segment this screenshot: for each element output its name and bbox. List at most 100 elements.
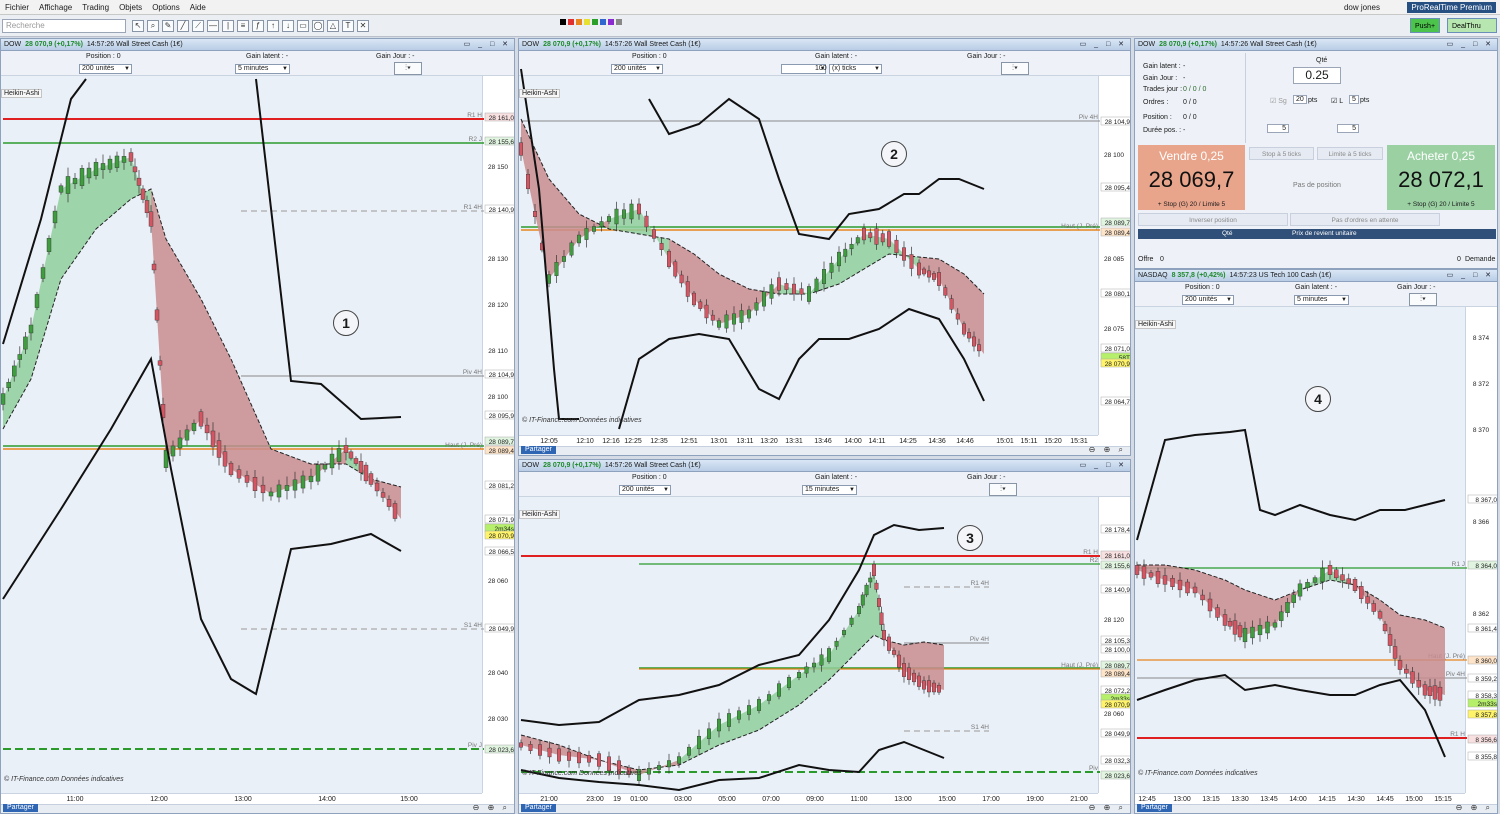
share-button[interactable]: Partager	[1137, 804, 1172, 812]
menu-objets[interactable]: Objets	[114, 3, 147, 12]
share-button[interactable]: Partager	[521, 446, 556, 454]
arrow-down-icon[interactable]: ↓	[282, 20, 294, 32]
menu-trading[interactable]: Trading	[77, 3, 114, 12]
share-button[interactable]: Partager	[521, 804, 556, 812]
panel-title-bar[interactable]: DOW 28 070,9 (+0,17%) 14:57:26 Wall Street…	[1135, 39, 1497, 51]
rectangle-icon[interactable]: ▭	[297, 20, 309, 32]
l-checkbox[interactable]: ☑ L	[1331, 97, 1343, 105]
time-tick-label: 03:00	[674, 796, 692, 803]
trading-panel: DOW 28 070,9 (+0,17%) 14:57:26 Wall Street…	[1134, 38, 1498, 269]
indicator-label[interactable]: Heikin-Ashi	[519, 510, 561, 519]
candle-body	[1170, 578, 1175, 587]
candle-body	[937, 272, 941, 286]
text-icon[interactable]: T	[342, 20, 354, 32]
zoom-controls[interactable]: ⊖ ⊕ ⌕	[1089, 445, 1126, 455]
price-tag-label: 28 049,9	[489, 626, 515, 633]
buy-button[interactable]: Acheter 0,25 28 072,1 + Stop (G) 20 / Li…	[1387, 145, 1495, 210]
candle-body	[1162, 575, 1168, 585]
price-tag-label: 28 071,0	[1105, 346, 1131, 353]
menu-aide[interactable]: Aide	[185, 3, 211, 12]
sg-points-input[interactable]: 20	[1293, 95, 1307, 104]
zoom-controls[interactable]: ⊖ ⊕ ⌕	[1089, 803, 1126, 813]
divider	[1245, 53, 1246, 143]
position-value: 0 / 0	[1183, 114, 1197, 121]
color-swatch[interactable]	[568, 19, 574, 25]
pencil-icon[interactable]: ✎	[162, 20, 174, 32]
indicator-label[interactable]: Heikin-Ashi	[1, 89, 43, 98]
cloud-segment	[669, 239, 694, 299]
stop-ticks-button[interactable]: Stop à 5 ticks	[1249, 147, 1314, 160]
candle-body	[151, 263, 157, 271]
search-input[interactable]: Recherche	[2, 19, 126, 33]
menu-affichage[interactable]: Affichage	[34, 3, 77, 12]
indicator-label[interactable]: Heikin-Ashi	[519, 89, 561, 98]
l-points-input[interactable]: 5	[1349, 95, 1359, 104]
candle-body	[1377, 611, 1383, 619]
trash-icon[interactable]: ✕	[357, 20, 369, 32]
fibonacci-icon[interactable]: ƒ	[252, 20, 264, 32]
zoom-controls[interactable]: ⊖ ⊕ ⌕	[473, 803, 510, 813]
candle-body	[592, 226, 596, 232]
price-tag-label: 28 161,0	[1105, 553, 1131, 560]
push-button[interactable]: Push+	[1410, 18, 1441, 33]
window-controls[interactable]: ▭ _ □ ✕	[1447, 39, 1494, 51]
candle-body	[140, 188, 146, 200]
price-tag-label: 28 178,4	[1105, 527, 1131, 534]
candle-body	[28, 324, 34, 334]
qty-input[interactable]: 0.25	[1293, 67, 1341, 84]
color-swatch[interactable]	[584, 19, 590, 25]
arrow-up-icon[interactable]: ↑	[267, 20, 279, 32]
candle-body	[894, 239, 899, 254]
level-label: Haut (J. Pré)	[1061, 662, 1098, 669]
candle-body	[1359, 586, 1364, 599]
candle-body	[897, 654, 901, 668]
horizontal-line-icon[interactable]: —	[207, 20, 219, 32]
candle-body	[892, 650, 896, 655]
magnifier-icon[interactable]: ⌕	[147, 20, 159, 32]
candle-body	[949, 298, 954, 310]
color-swatch[interactable]	[576, 19, 582, 25]
menu-options[interactable]: Options	[147, 3, 185, 12]
vertical-line-icon[interactable]: |	[222, 20, 234, 32]
candle-body	[1250, 626, 1255, 639]
sell-button[interactable]: Vendre 0,25 28 069,7 + Stop (G) 20 / Lim…	[1138, 145, 1245, 210]
line-icon[interactable]: ╱	[177, 20, 189, 32]
color-swatch[interactable]	[600, 19, 606, 25]
candle-body	[1155, 571, 1161, 584]
candle-body	[65, 176, 71, 194]
sg-label: Sg	[1278, 98, 1287, 105]
candle-body	[707, 728, 711, 739]
invert-position-button[interactable]: Inverser position	[1138, 213, 1288, 226]
level-label: Piv 4H	[1079, 114, 1098, 121]
time-tick-label: 12:05	[540, 438, 558, 445]
indicator-label[interactable]: Heikin-Ashi	[1135, 320, 1177, 329]
price-tag-label: 28 089,4	[489, 448, 515, 455]
time-tick-label: 12:10	[576, 438, 594, 445]
time-tick-label: 13:45	[1260, 796, 1278, 803]
dealthru-button[interactable]: DealThru	[1447, 18, 1497, 33]
triangle-icon[interactable]: △	[327, 20, 339, 32]
time-tick-label: 21:00	[540, 796, 558, 803]
candle-body	[276, 484, 282, 498]
color-swatch[interactable]	[560, 19, 566, 25]
channel-icon[interactable]: ≡	[237, 20, 249, 32]
limit-stepper[interactable]: 5	[1337, 124, 1359, 133]
menu-fichier[interactable]: Fichier	[0, 3, 34, 12]
color-swatch[interactable]	[616, 19, 622, 25]
color-swatch[interactable]	[608, 19, 614, 25]
cloud-segment	[939, 259, 964, 329]
zoom-controls[interactable]: ⊖ ⊕ ⌕	[1456, 803, 1493, 813]
trendline-icon[interactable]: ⟋	[192, 20, 204, 32]
ellipse-icon[interactable]: ◯	[312, 20, 324, 32]
color-swatch[interactable]	[592, 19, 598, 25]
price-tag-label: 8 364,0	[1475, 563, 1497, 570]
cursor-icon[interactable]: ↖	[132, 20, 144, 32]
sg-checkbox[interactable]: ☑ Sg	[1270, 97, 1287, 105]
candle-body	[842, 630, 846, 635]
user-name[interactable]: dow jones	[1344, 3, 1380, 12]
limit-ticks-button[interactable]: Limite à 5 ticks	[1317, 147, 1383, 160]
share-button[interactable]: Partager	[3, 804, 38, 812]
stop-stepper[interactable]: 5	[1267, 124, 1289, 133]
candle-body	[819, 654, 824, 666]
level-label: Piv 4H	[970, 636, 989, 643]
